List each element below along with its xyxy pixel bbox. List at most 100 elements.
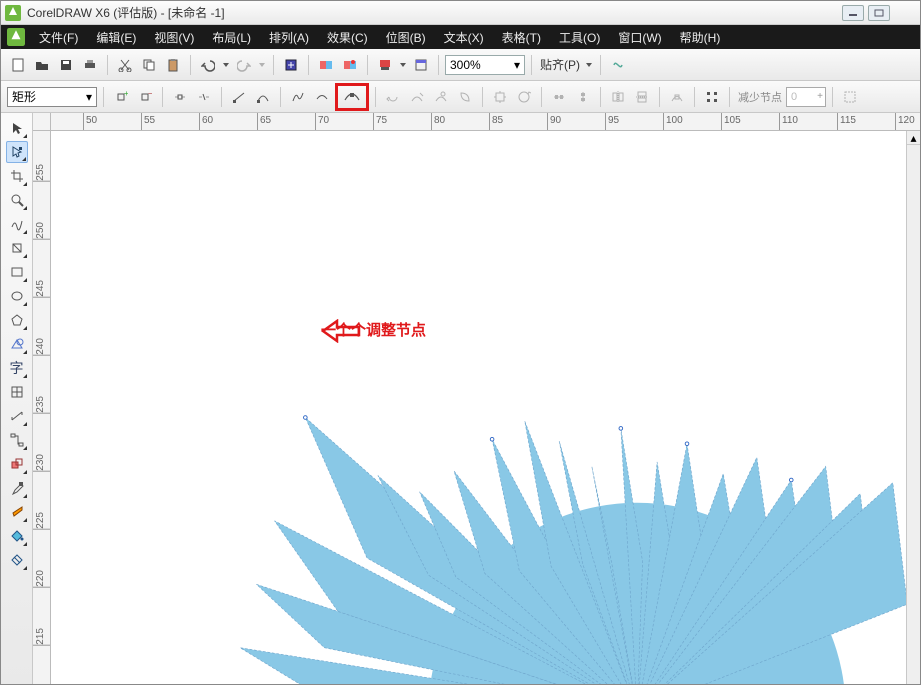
add-node-button[interactable]: + bbox=[110, 86, 132, 108]
align-nodes-v-button[interactable] bbox=[572, 86, 594, 108]
join-nodes-button[interactable] bbox=[169, 86, 191, 108]
ruler-tick: 220 bbox=[33, 570, 51, 588]
smart-fill-tool[interactable] bbox=[6, 237, 28, 259]
separator bbox=[600, 55, 601, 75]
separator bbox=[221, 87, 222, 107]
zoom-tool[interactable] bbox=[6, 189, 28, 211]
to-curve-button[interactable] bbox=[252, 86, 274, 108]
import-button[interactable] bbox=[280, 54, 302, 76]
table-tool[interactable] bbox=[6, 381, 28, 403]
menu-tools[interactable]: 工具(O) bbox=[551, 27, 608, 48]
snap-to-menu[interactable]: 贴齐(P) bbox=[538, 56, 582, 73]
canvas-area: 50556065707580859095100105110115120 2102… bbox=[33, 113, 920, 684]
reflect-nodes-v-button[interactable] bbox=[631, 86, 653, 108]
redo-dropdown[interactable] bbox=[257, 54, 267, 76]
dimension-tool[interactable] bbox=[6, 405, 28, 427]
menu-bitmaps[interactable]: 位图(B) bbox=[378, 27, 434, 48]
horizontal-ruler[interactable]: 50556065707580859095100105110115120 bbox=[33, 113, 920, 131]
undo-button[interactable] bbox=[197, 54, 219, 76]
separator bbox=[729, 87, 730, 107]
save-button[interactable] bbox=[55, 54, 77, 76]
reduce-nodes-label: 减少节点 bbox=[738, 89, 782, 105]
eyedropper-tool[interactable] bbox=[6, 477, 28, 499]
menu-table[interactable]: 表格(T) bbox=[494, 27, 549, 48]
menu-view[interactable]: 视图(V) bbox=[146, 27, 202, 48]
print-button[interactable] bbox=[79, 54, 101, 76]
app-launcher-dropdown[interactable] bbox=[398, 54, 408, 76]
delete-node-button[interactable]: − bbox=[134, 86, 156, 108]
menu-layout[interactable]: 布局(L) bbox=[204, 27, 259, 48]
export-button[interactable] bbox=[315, 54, 337, 76]
break-node-button[interactable] bbox=[193, 86, 215, 108]
cut-button[interactable] bbox=[114, 54, 136, 76]
freehand-tool[interactable] bbox=[6, 213, 28, 235]
ruler-tick: 90 bbox=[547, 113, 561, 131]
minimize-button[interactable] bbox=[842, 5, 864, 21]
vertical-ruler[interactable]: 210215220225230235240245250255 bbox=[33, 131, 51, 684]
symmetric-node-button-highlighted[interactable] bbox=[335, 83, 369, 111]
redo-button[interactable] bbox=[233, 54, 255, 76]
select-all-nodes-button[interactable] bbox=[701, 86, 723, 108]
snap-dropdown[interactable] bbox=[584, 54, 594, 76]
vertical-scrollbar[interactable]: ▴ bbox=[906, 131, 920, 684]
undo-dropdown[interactable] bbox=[221, 54, 231, 76]
shape-tool[interactable] bbox=[6, 141, 28, 163]
separator bbox=[482, 87, 483, 107]
bounding-box-button[interactable] bbox=[839, 86, 861, 108]
separator bbox=[438, 55, 439, 75]
options-button[interactable] bbox=[607, 54, 629, 76]
menu-file[interactable]: 文件(F) bbox=[31, 27, 86, 48]
scroll-up-arrow-icon[interactable]: ▴ bbox=[907, 131, 920, 145]
close-curve-button[interactable] bbox=[454, 86, 476, 108]
property-bar: 矩形 ▾ + − 减少节点 0+ bbox=[1, 81, 920, 113]
to-line-button[interactable] bbox=[228, 86, 250, 108]
menu-edit[interactable]: 编辑(E) bbox=[88, 27, 144, 48]
menu-window[interactable]: 窗口(W) bbox=[610, 27, 669, 48]
restore-button[interactable] bbox=[868, 5, 890, 21]
extend-curve-button[interactable] bbox=[406, 86, 428, 108]
paste-button[interactable] bbox=[162, 54, 184, 76]
outline-tool[interactable] bbox=[6, 501, 28, 523]
open-button[interactable] bbox=[31, 54, 53, 76]
connector-tool[interactable] bbox=[6, 429, 28, 451]
ruler-tick: 85 bbox=[489, 113, 503, 131]
separator bbox=[280, 87, 281, 107]
shape-select-value: 矩形 bbox=[12, 88, 36, 105]
align-nodes-h-button[interactable] bbox=[548, 86, 570, 108]
ruler-tick: 245 bbox=[33, 280, 51, 298]
extract-subpath-button[interactable] bbox=[430, 86, 452, 108]
rotate-nodes-button[interactable] bbox=[513, 86, 535, 108]
interactive-fill-tool[interactable] bbox=[6, 549, 28, 571]
copy-button[interactable] bbox=[138, 54, 160, 76]
cusp-node-button[interactable] bbox=[287, 86, 309, 108]
reflect-nodes-h-button[interactable] bbox=[607, 86, 629, 108]
new-button[interactable] bbox=[7, 54, 29, 76]
fill-tool[interactable] bbox=[6, 525, 28, 547]
shape-select-combo[interactable]: 矩形 ▾ bbox=[7, 87, 97, 107]
menu-effects[interactable]: 效果(C) bbox=[319, 27, 376, 48]
interactive-tool[interactable] bbox=[6, 453, 28, 475]
elastic-mode-button[interactable] bbox=[666, 86, 688, 108]
text-tool[interactable]: 字 bbox=[6, 357, 28, 379]
ruler-origin[interactable] bbox=[33, 113, 51, 131]
reduce-nodes-spinner[interactable]: 0+ bbox=[786, 87, 826, 107]
menu-help[interactable]: 帮助(H) bbox=[672, 27, 729, 48]
polygon-tool[interactable] bbox=[6, 309, 28, 331]
ellipse-tool[interactable] bbox=[6, 285, 28, 307]
zoom-level-combo[interactable]: 300%▾ bbox=[445, 55, 525, 75]
reverse-direction-button[interactable] bbox=[382, 86, 404, 108]
pick-tool[interactable] bbox=[6, 117, 28, 139]
separator bbox=[107, 55, 108, 75]
publish-button[interactable] bbox=[339, 54, 361, 76]
drawing-canvas[interactable]: 一个个调整节点 bbox=[51, 131, 906, 684]
basic-shapes-tool[interactable] bbox=[6, 333, 28, 355]
rectangle-tool[interactable] bbox=[6, 261, 28, 283]
app-launcher-button[interactable] bbox=[374, 54, 396, 76]
welcome-button[interactable] bbox=[410, 54, 432, 76]
stretch-nodes-button[interactable] bbox=[489, 86, 511, 108]
app-window: CorelDRAW X6 (评估版) - [未命名 -1] × 文件(F) 编辑… bbox=[0, 0, 921, 685]
crop-tool[interactable] bbox=[6, 165, 28, 187]
smooth-node-button[interactable] bbox=[311, 86, 333, 108]
menu-arrange[interactable]: 排列(A) bbox=[261, 27, 317, 48]
menu-text[interactable]: 文本(X) bbox=[436, 27, 492, 48]
